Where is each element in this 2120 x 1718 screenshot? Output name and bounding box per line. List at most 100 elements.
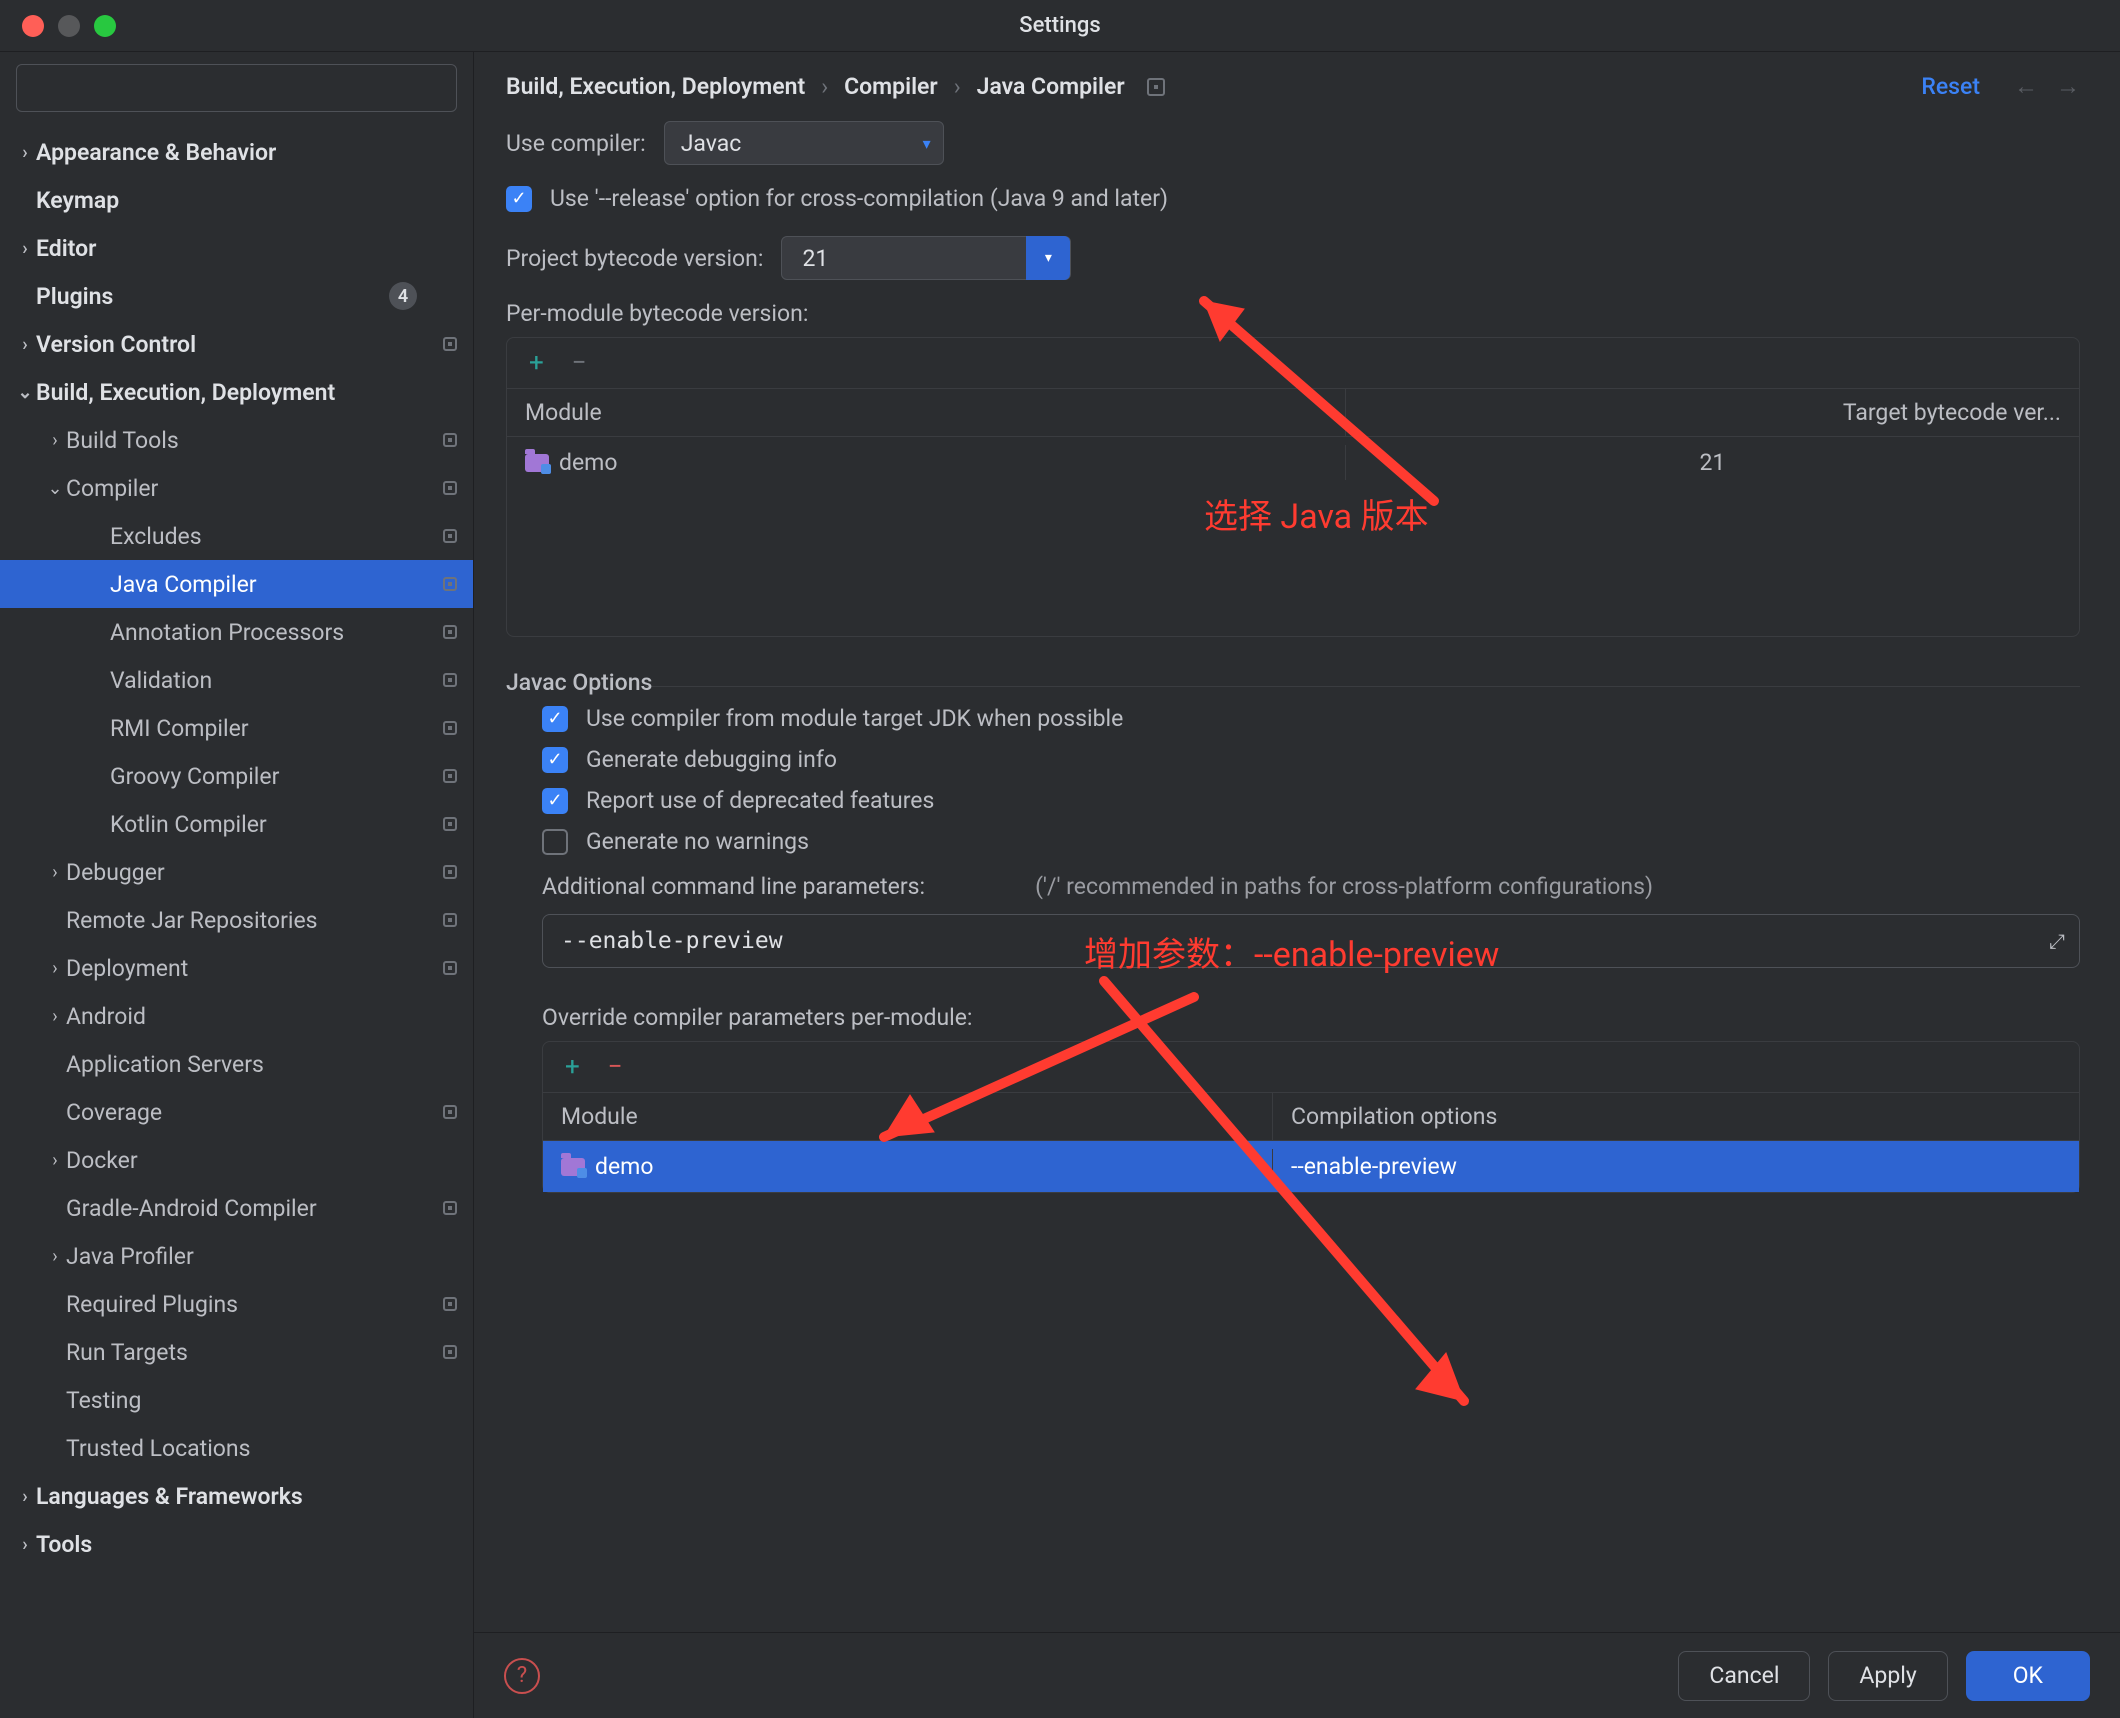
sidebar-item-required-plugins[interactable]: Required Plugins (0, 1280, 473, 1328)
sidebar-item-label: Validation (110, 667, 473, 694)
minimize-icon[interactable] (58, 15, 80, 37)
scope-icon (443, 481, 457, 495)
sidebar-item-label: Tools (36, 1531, 473, 1558)
sidebar-item-application-servers[interactable]: Application Servers (0, 1040, 473, 1088)
sidebar-item-label: RMI Compiler (110, 715, 473, 742)
sidebar-item-java-compiler[interactable]: Java Compiler (0, 560, 473, 608)
search-input[interactable] (16, 64, 457, 112)
sidebar-item-label: Run Targets (66, 1339, 473, 1366)
sidebar-item-remote-jar-repositories[interactable]: Remote Jar Repositories (0, 896, 473, 944)
ok-button[interactable]: OK (1966, 1651, 2090, 1701)
sidebar-item-excludes[interactable]: Excludes (0, 512, 473, 560)
scope-icon (443, 625, 457, 639)
cancel-button[interactable]: Cancel (1678, 1651, 1810, 1701)
scope-icon (443, 529, 457, 543)
table-row[interactable]: demo 21 (507, 437, 2079, 488)
sidebar-item-kotlin-compiler[interactable]: Kotlin Compiler (0, 800, 473, 848)
sidebar-item-tools[interactable]: ›Tools (0, 1520, 473, 1568)
sidebar-item-editor[interactable]: ›Editor (0, 224, 473, 272)
sidebar-item-keymap[interactable]: Keymap (0, 176, 473, 224)
opt4-label: Generate no warnings (586, 828, 809, 855)
sidebar-item-validation[interactable]: Validation (0, 656, 473, 704)
sidebar-item-deployment[interactable]: ›Deployment (0, 944, 473, 992)
sidebar-item-docker[interactable]: ›Docker (0, 1136, 473, 1184)
sidebar-item-rmi-compiler[interactable]: RMI Compiler (0, 704, 473, 752)
add-button[interactable]: + (529, 348, 544, 378)
remove-button[interactable]: − (608, 1052, 623, 1082)
chevron-right-icon: › (821, 73, 828, 100)
scope-icon (443, 817, 457, 831)
opt3-checkbox[interactable]: ✓ (542, 788, 568, 814)
sidebar-item-label: Docker (66, 1147, 473, 1174)
settings-tree[interactable]: ›Appearance & BehaviorKeymap›EditorPlugi… (0, 124, 473, 1718)
sidebar-item-label: Build Tools (66, 427, 473, 454)
sidebar-item-gradle-android-compiler[interactable]: Gradle-Android Compiler (0, 1184, 473, 1232)
close-icon[interactable] (22, 15, 44, 37)
chevron-icon: › (44, 862, 66, 883)
chevron-icon: › (44, 1150, 66, 1171)
sidebar-item-label: Java Compiler (110, 571, 473, 598)
sidebar-item-compiler[interactable]: ⌄Compiler (0, 464, 473, 512)
sidebar-item-testing[interactable]: Testing (0, 1376, 473, 1424)
breadcrumb-a[interactable]: Build, Execution, Deployment (506, 73, 805, 100)
chevron-icon: ⌄ (44, 478, 66, 499)
sidebar-item-run-targets[interactable]: Run Targets (0, 1328, 473, 1376)
sidebar-item-languages-frameworks[interactable]: ›Languages & Frameworks (0, 1472, 473, 1520)
addl-params-value: --enable-preview (561, 928, 783, 954)
reset-link[interactable]: Reset (1921, 73, 1980, 100)
sidebar-item-plugins[interactable]: Plugins4 (0, 272, 473, 320)
chevron-icon: › (14, 238, 36, 259)
scope-icon (443, 673, 457, 687)
opt1-checkbox[interactable]: ✓ (542, 706, 568, 732)
sidebar-item-coverage[interactable]: Coverage (0, 1088, 473, 1136)
module-icon (525, 454, 549, 472)
sidebar-item-label: Appearance & Behavior (36, 139, 473, 166)
sidebar-item-label: Excludes (110, 523, 473, 550)
addl-params-input[interactable]: --enable-preview ⤢ (542, 914, 2080, 968)
apply-button[interactable]: Apply (1828, 1651, 1947, 1701)
opt4-checkbox[interactable] (542, 829, 568, 855)
sidebar-item-label: Languages & Frameworks (36, 1483, 473, 1510)
sidebar-item-build-tools[interactable]: ›Build Tools (0, 416, 473, 464)
sidebar-item-annotation-processors[interactable]: Annotation Processors (0, 608, 473, 656)
chevron-icon: › (44, 1246, 66, 1267)
sidebar-item-build-execution-deployment[interactable]: ⌄Build, Execution, Deployment (0, 368, 473, 416)
sidebar-item-java-profiler[interactable]: ›Java Profiler (0, 1232, 473, 1280)
javac-options-label: Javac Options (506, 669, 2080, 696)
chevron-icon: ⌄ (14, 382, 36, 403)
opt2-checkbox[interactable]: ✓ (542, 747, 568, 773)
add-button[interactable]: + (565, 1052, 580, 1082)
sidebar-item-groovy-compiler[interactable]: Groovy Compiler (0, 752, 473, 800)
expand-icon[interactable]: ⤢ (2049, 929, 2065, 953)
chevron-icon: › (44, 1006, 66, 1027)
scope-icon (443, 913, 457, 927)
sidebar-item-trusted-locations[interactable]: Trusted Locations (0, 1424, 473, 1472)
sidebar-item-label: Annotation Processors (110, 619, 473, 646)
sidebar-item-debugger[interactable]: ›Debugger (0, 848, 473, 896)
sidebar-item-label: Keymap (36, 187, 473, 214)
sidebar-item-android[interactable]: ›Android (0, 992, 473, 1040)
opt2-label: Generate debugging info (586, 746, 837, 773)
sidebar-item-label: Coverage (66, 1099, 473, 1126)
breadcrumb-b[interactable]: Compiler (844, 73, 938, 100)
scope-icon (443, 1201, 457, 1215)
project-bytecode-select[interactable]: 21 ▾ (781, 236, 1071, 280)
sidebar-item-label: Compiler (66, 475, 473, 502)
sidebar-item-appearance-behavior[interactable]: ›Appearance & Behavior (0, 128, 473, 176)
project-bytecode-value: 21 (798, 245, 828, 272)
release-option-checkbox[interactable]: ✓ (506, 186, 532, 212)
use-compiler-select[interactable]: Javac ▾ (664, 121, 944, 165)
help-icon[interactable]: ? (504, 1658, 540, 1694)
scope-icon (443, 1105, 457, 1119)
remove-button[interactable]: − (572, 348, 587, 378)
chevron-icon: › (14, 1486, 36, 1507)
maximize-icon[interactable] (94, 15, 116, 37)
scope-icon (443, 1345, 457, 1359)
sidebar-item-label: Gradle-Android Compiler (66, 1195, 473, 1222)
forward-icon[interactable]: → (2056, 72, 2080, 101)
sidebar-item-version-control[interactable]: ›Version Control (0, 320, 473, 368)
table-row[interactable]: demo --enable-preview (543, 1141, 2079, 1192)
back-icon[interactable]: ← (2014, 72, 2038, 101)
titlebar: Settings (0, 0, 2120, 52)
chevron-icon: › (44, 958, 66, 979)
